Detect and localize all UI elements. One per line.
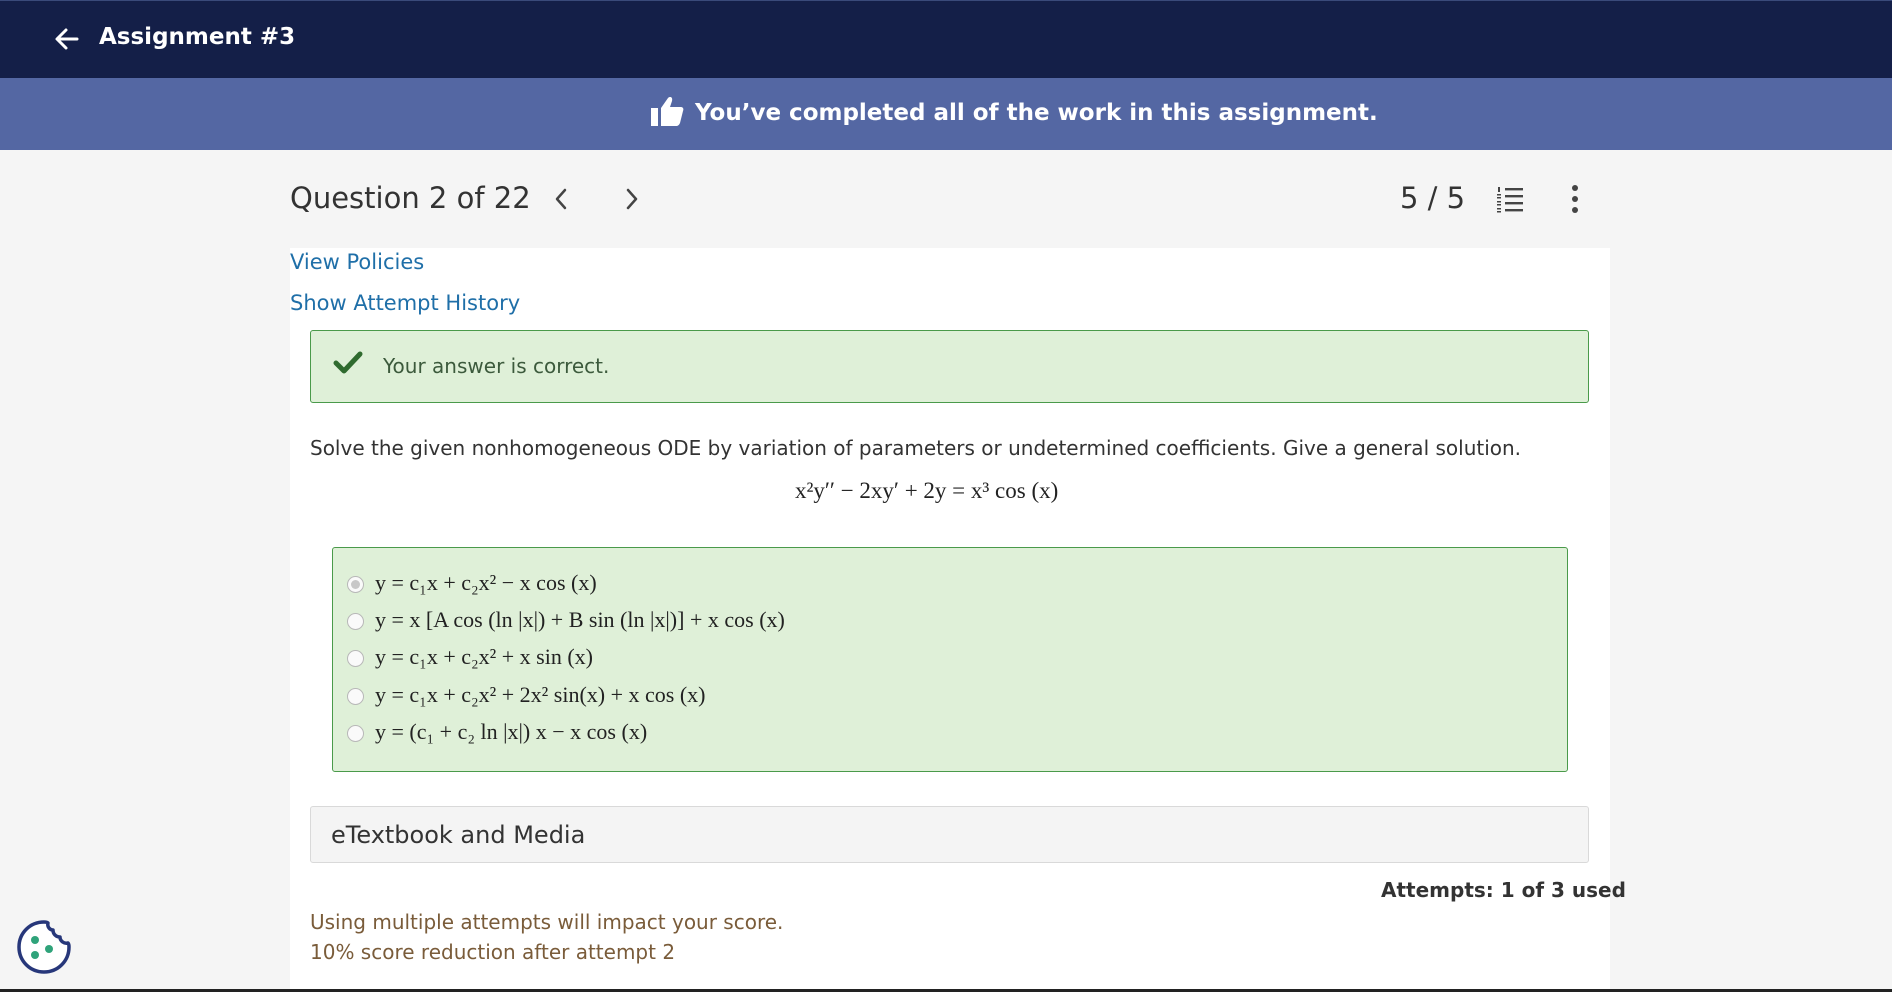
radio-button[interactable] <box>347 613 364 630</box>
checkmark-icon <box>333 351 363 374</box>
question-title: Question 2 of 22 <box>290 181 531 215</box>
score-reduction-note: 10% score reduction after attempt 2 <box>310 940 676 964</box>
more-vertical-icon[interactable] <box>1565 182 1585 216</box>
radio-button[interactable] <box>347 725 364 742</box>
etextbook-media-label: eTextbook and Media <box>331 821 586 849</box>
arrow-left-icon[interactable] <box>53 25 81 53</box>
question-equation: x²y′′ − 2xy′ + 2y = x³ cos (x) <box>795 478 1059 503</box>
choice-label: y = (c₁ + c₂ ln |x|) x − x cos (x) <box>375 719 648 744</box>
choice-label: y = c₁x + c₂x² − x cos (x) <box>375 570 597 595</box>
cookie-settings-icon[interactable] <box>15 918 73 976</box>
answer-choice[interactable]: y = x [A cos (ln |x|) + B sin (ln |x|)] … <box>347 607 1047 637</box>
view-policies-link[interactable]: View Policies <box>290 250 424 274</box>
show-attempt-history-link[interactable]: Show Attempt History <box>290 291 520 315</box>
attempts-counter: Attempts: 1 of 3 used <box>1381 878 1626 902</box>
attempts-policy-note: Using multiple attempts will impact your… <box>310 910 784 934</box>
radio-button[interactable] <box>347 576 364 593</box>
thumbs-up-icon <box>651 97 684 126</box>
chevron-left-icon[interactable] <box>548 184 574 214</box>
chevron-right-icon[interactable] <box>619 184 645 214</box>
radio-button[interactable] <box>347 688 364 705</box>
answer-choice[interactable]: y = c₁x + c₂x² + 2x² sin(x) + x cos (x) <box>347 682 1047 712</box>
choice-label: y = x [A cos (ln |x|) + B sin (ln |x|)] … <box>375 607 785 632</box>
numbered-list-icon[interactable] <box>1495 184 1525 214</box>
radio-button[interactable] <box>347 650 364 667</box>
answer-choice[interactable]: y = c₁x + c₂x² − x cos (x) <box>347 570 1047 600</box>
answer-choice[interactable]: y = c₁x + c₂x² + x sin (x) <box>347 644 1047 674</box>
completion-message: You’ve completed all of the work in this… <box>695 100 1378 126</box>
answer-choice[interactable]: y = (c₁ + c₂ ln |x|) x − x cos (x) <box>347 719 1047 749</box>
question-score: 5 / 5 <box>1400 181 1466 215</box>
assignment-title: Assignment #3 <box>99 24 296 50</box>
feedback-text: Your answer is correct. <box>383 354 610 378</box>
question-header <box>0 150 1892 248</box>
question-prompt: Solve the given nonhomogeneous ODE by va… <box>310 436 1522 460</box>
choice-label: y = c₁x + c₂x² + 2x² sin(x) + x cos (x) <box>375 682 706 707</box>
choice-label: y = c₁x + c₂x² + x sin (x) <box>375 644 594 669</box>
